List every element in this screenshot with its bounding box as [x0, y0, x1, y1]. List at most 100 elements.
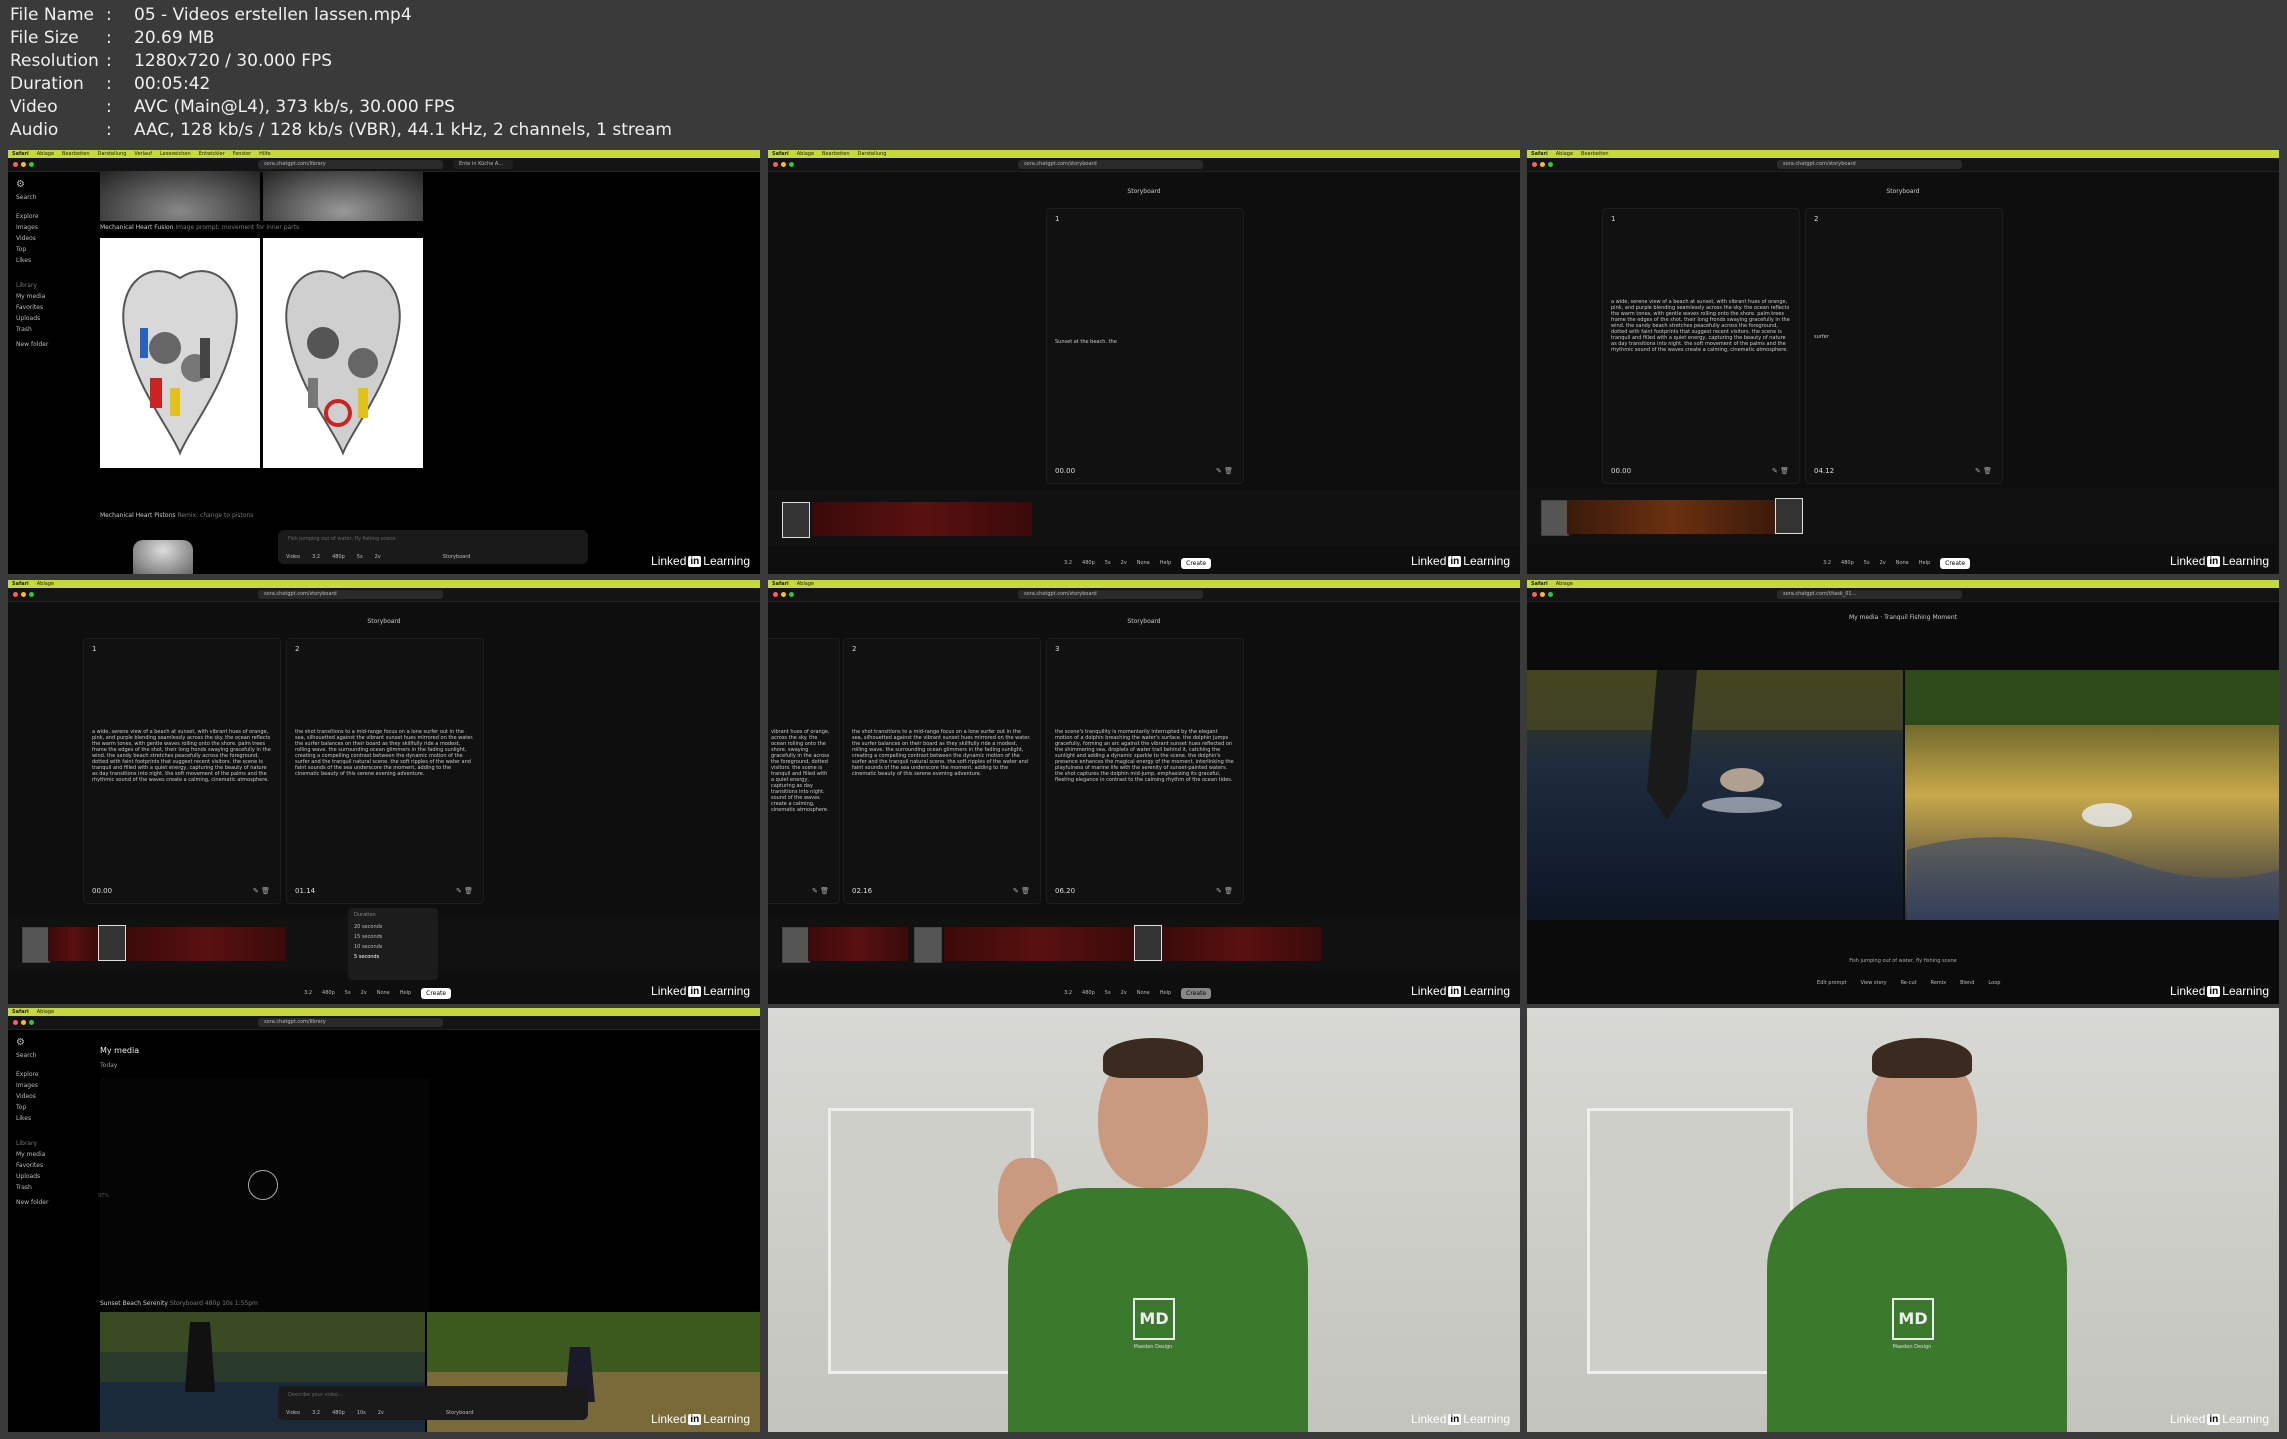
tool-help[interactable]: Help	[1160, 560, 1171, 566]
menu-item[interactable]: Bearbeiten	[62, 151, 89, 157]
create-button[interactable]: Create	[1940, 557, 1971, 569]
duration-dropdown-menu[interactable]: Duration 20 seconds 15 seconds 10 second…	[348, 908, 438, 980]
tool-preset[interactable]: None	[1137, 560, 1150, 566]
tool-resolution[interactable]: 480p	[332, 1410, 345, 1416]
tool-resolution[interactable]: 480p	[332, 554, 345, 560]
tool-duration[interactable]: 5s	[1864, 560, 1870, 566]
sidebar-item-likes[interactable]: Likes	[8, 1113, 98, 1124]
menu-item[interactable]: Lesezeichen	[160, 151, 191, 157]
storyboard-card[interactable]: 2 surfer 04.12 ✎ 🗑	[1805, 208, 2003, 484]
tool-variations[interactable]: 2v	[1121, 990, 1127, 996]
storyboard-button[interactable]: Storyboard	[446, 1410, 474, 1416]
timeline-keyframe[interactable]	[1541, 500, 1569, 536]
create-button[interactable]: Create	[421, 987, 452, 999]
loop-button[interactable]: Loop	[1988, 980, 2000, 986]
timeline-keyframe[interactable]	[782, 927, 810, 963]
menu-item[interactable]: Hilfe	[259, 151, 270, 157]
window-controls[interactable]	[773, 592, 794, 597]
storyboard-card[interactable]: 1 Sunset at the beach. the 00.00 ✎ 🗑	[1046, 208, 1244, 484]
duration-option[interactable]: 10 seconds	[354, 942, 432, 952]
card-prompt[interactable]: the shot transitions to a mid-range focu…	[852, 729, 1032, 777]
tool-aspect[interactable]: 3:2	[1064, 990, 1072, 996]
card-actions[interactable]: ✎ 🗑	[812, 887, 829, 895]
sidebar-item-search[interactable]: Search	[8, 192, 98, 203]
sidebar-item-images[interactable]: Images	[8, 222, 98, 233]
timeline-track[interactable]	[1162, 927, 1322, 961]
menu-item[interactable]: Safari	[772, 151, 789, 157]
recut-button[interactable]: Re-cut	[1901, 980, 1917, 986]
tool-duration[interactable]: 5s	[345, 990, 351, 996]
tool-variations[interactable]: 2v	[1880, 560, 1886, 566]
address-bar[interactable]: sora.chatgpt.com/storyboard	[1777, 160, 1962, 169]
timeline-keyframe[interactable]	[782, 502, 810, 538]
menu-item[interactable]: Ablage	[797, 151, 814, 157]
tool-video[interactable]: Video	[286, 554, 300, 560]
prompt-bar[interactable]: Fish jumping out of water, fly fishing s…	[278, 530, 588, 564]
timeline-track[interactable]	[126, 927, 286, 961]
blend-button[interactable]: Blend	[1960, 980, 1974, 986]
sidebar-item-favorites[interactable]: Favorites	[8, 302, 98, 313]
timeline[interactable]	[1527, 488, 2279, 544]
tool-variations[interactable]: 2v	[361, 990, 367, 996]
tool-resolution[interactable]: 480p	[1082, 560, 1095, 566]
storyboard-card[interactable]: 1 a wide, serene view of a beach at suns…	[1602, 208, 1800, 484]
create-button[interactable]: Create	[1181, 557, 1212, 569]
address-bar[interactable]: sora.chatgpt.com/storyboard	[1018, 590, 1203, 599]
storyboard-card[interactable]: 2 the shot transitions to a mid-range fo…	[286, 638, 484, 904]
timeline[interactable]	[768, 490, 1520, 546]
card-prompt[interactable]: the scene's tranquility is momentarily i…	[1055, 729, 1235, 783]
tool-aspect[interactable]: 3:2	[312, 554, 320, 560]
prompt-input[interactable]: Fish jumping out of water, fly fishing s…	[288, 536, 395, 542]
sidebar-item-search[interactable]: Search	[8, 1050, 98, 1061]
window-controls[interactable]	[773, 162, 794, 167]
menu-item[interactable]: Entwickler	[199, 151, 225, 157]
sidebar-item-videos[interactable]: Videos	[8, 1091, 98, 1102]
window-controls[interactable]	[13, 592, 34, 597]
timeline-track[interactable]	[808, 927, 908, 961]
fishing-video-frame[interactable]	[1527, 670, 2279, 920]
timeline[interactable]	[768, 915, 1520, 971]
breadcrumb-parent[interactable]: My media	[1849, 614, 1878, 621]
tool-aspect[interactable]: 3:2	[1064, 560, 1072, 566]
tool-duration[interactable]: 5s	[1105, 560, 1111, 566]
card-actions[interactable]: ✎ 🗑	[1772, 467, 1789, 475]
tool-duration[interactable]: 10s	[357, 1410, 366, 1416]
sidebar-item-uploads[interactable]: Uploads	[8, 313, 98, 324]
timeline-track[interactable]	[812, 502, 1032, 536]
address-bar[interactable]: sora.chatgpt.com/storyboard	[1018, 160, 1203, 169]
menu-item[interactable]: Fenster	[233, 151, 252, 157]
browser-tab[interactable]: Ente in Küche A...	[453, 160, 513, 169]
sidebar-item-explore[interactable]: Explore	[8, 1069, 98, 1080]
duration-option[interactable]: 20 seconds	[354, 922, 432, 932]
duration-option[interactable]: 15 seconds	[354, 932, 432, 942]
card-actions[interactable]: ✎ 🗑	[456, 887, 473, 895]
address-bar[interactable]: sora.chatgpt.com/library	[258, 160, 443, 169]
menu-item[interactable]: Safari	[12, 151, 29, 157]
menu-item[interactable]: Ablage	[797, 581, 814, 587]
media-thumbnail[interactable]	[133, 540, 193, 574]
card-prompt[interactable]: the shot transitions to a mid-range focu…	[295, 729, 475, 777]
tool-variations[interactable]: 2v	[375, 554, 381, 560]
tool-resolution[interactable]: 480p	[1082, 990, 1095, 996]
view-story-button[interactable]: View story	[1860, 980, 1886, 986]
sidebar-item-my-media[interactable]: My media	[8, 291, 98, 302]
card-prompt[interactable]: a wide, serene view of a beach at sunset…	[1611, 299, 1791, 353]
card-actions[interactable]: ✎ 🗑	[1013, 887, 1030, 895]
sidebar-item-uploads[interactable]: Uploads	[8, 1171, 98, 1182]
timeline-keyframe[interactable]	[1134, 925, 1162, 961]
window-controls[interactable]	[13, 1020, 34, 1025]
address-bar[interactable]: sora.chatgpt.com/library	[258, 1018, 443, 1027]
timeline-track[interactable]	[48, 927, 98, 961]
duration-option-selected[interactable]: 5 seconds	[354, 952, 432, 962]
menu-item[interactable]: Safari	[12, 1009, 29, 1015]
menu-item[interactable]: Bearbeiten	[1581, 151, 1608, 157]
tool-duration[interactable]: 5s	[357, 554, 363, 560]
menu-item[interactable]: Darstellung	[858, 151, 887, 157]
tool-video[interactable]: Video	[286, 1410, 300, 1416]
card-actions[interactable]: ✎ 🗑	[1216, 467, 1233, 475]
prompt-bar[interactable]: Describe your video... Video 3:2 480p 10…	[278, 1386, 588, 1420]
remix-button[interactable]: Remix	[1931, 980, 1947, 986]
tool-aspect[interactable]: 3:2	[312, 1410, 320, 1416]
card-prompt[interactable]: a wide, serene view of a beach at sunset…	[92, 729, 272, 783]
storyboard-card[interactable]: 3 the scene's tranquility is momentarily…	[1046, 638, 1244, 904]
